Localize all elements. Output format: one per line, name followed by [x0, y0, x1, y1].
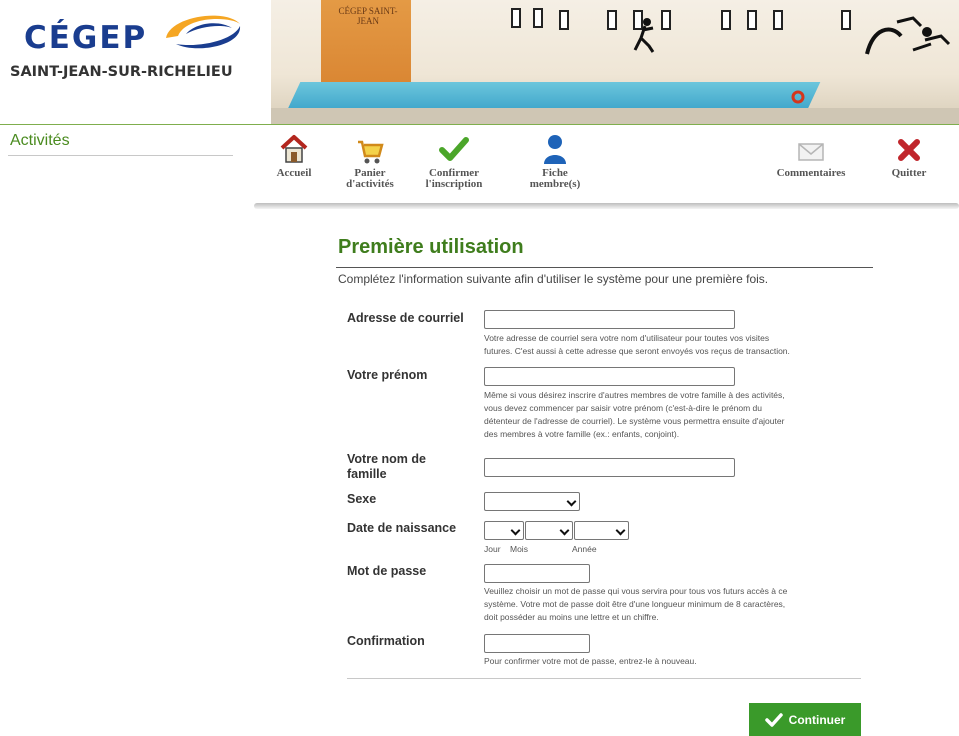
firstname-help: Même si vous désirez inscrire d'autres m… [484, 389, 864, 441]
chevron-down-icon [510, 525, 521, 536]
banner-deco-figures-icon [865, 16, 951, 55]
envelope-icon [766, 132, 856, 168]
toolbar-panier-label-2: d'activités [346, 178, 394, 190]
password-help-line-1: Veuillez choisir un mot de passe qui vou… [484, 586, 788, 596]
chevron-down-icon [566, 496, 577, 507]
confirm-label: Confirmation [347, 634, 425, 648]
close-icon [884, 132, 934, 168]
sidebar-divider [8, 155, 233, 156]
toolbar-quitter-button[interactable]: Quitter [884, 132, 934, 179]
continue-button-label: Continuer [788, 712, 846, 727]
continue-button[interactable]: Continuer [749, 703, 861, 736]
email-help-line-2: futures. C'est aussi à cette adresse que… [484, 346, 790, 356]
page-title: Première utilisation [338, 236, 524, 258]
confirm-password-input[interactable] [484, 634, 590, 653]
logo-swoosh-icon [166, 15, 241, 49]
member-icon [520, 132, 590, 168]
sidebar-title-activites[interactable]: Activités [10, 132, 70, 150]
confirm-help: Pour confirmer votre mot de passe, entre… [484, 656, 697, 666]
cegep-logo[interactable]: CÉGEP SAINT-JEAN-SUR-RICHELIEU [0, 0, 270, 120]
chevron-down-icon [559, 525, 570, 536]
email-label: Adresse de courriel [347, 311, 464, 325]
lastname-label-line-2: famille [347, 467, 387, 481]
toolbar-confirmer-label-2: l'inscription [425, 178, 483, 190]
swimmer-figure-icon [633, 18, 655, 53]
firstname-help-line-4: des membres à votre famille (ex.: enfant… [484, 429, 680, 439]
password-help: Veuillez choisir un mot de passe qui vou… [484, 585, 864, 624]
password-label: Mot de passe [347, 564, 427, 578]
birth-day-caption: Jour [484, 544, 501, 554]
toolbar-accueil-label: Accueil [276, 167, 312, 179]
firstname-help-line-3: détenteur de l'adresse de courriel). Le … [484, 416, 785, 426]
birth-month-caption: Mois [510, 544, 528, 554]
password-help-line-2: système. Votre mot de passe doit être d'… [484, 599, 786, 609]
email-help-line-1: Votre adresse de courriel sera votre nom… [484, 333, 770, 343]
sex-label: Sexe [347, 492, 377, 506]
home-icon [272, 132, 316, 168]
banner-deck [271, 108, 959, 124]
email-help: Votre adresse de courriel sera votre nom… [484, 332, 864, 358]
intro-text: Complétez l'information suivante afin d'… [338, 272, 769, 286]
cart-icon [338, 132, 402, 168]
firstname-label: Votre prénom [347, 368, 428, 382]
lastname-label: Votre nom de famille [347, 452, 426, 482]
checkmark-icon [418, 132, 490, 168]
lastname-label-line-1: Votre nom de [347, 452, 426, 466]
firstname-help-line-2: vous devez commencer par saisir votre pr… [484, 403, 762, 413]
title-underline [336, 267, 873, 268]
logo-subtitle: SAINT-JEAN-SUR-RICHELIEU [10, 64, 233, 80]
sex-select[interactable] [484, 492, 580, 511]
password-help-line-3: doit posséder au moins une lettre et un … [484, 612, 659, 622]
firstname-input[interactable] [484, 367, 735, 386]
firstname-help-line-1: Même si vous désirez inscrire d'autres m… [484, 390, 785, 400]
toolbar-accueil-button[interactable]: Accueil [272, 132, 316, 179]
life-ring-icon [791, 90, 805, 104]
logo-name: CÉGEP [24, 20, 148, 56]
toolbar-commentaires-label: Commentaires [776, 167, 846, 179]
toolbar-quitter-label: Quitter [891, 167, 927, 179]
birthdate-label: Date de naissance [347, 521, 457, 535]
toolbar-fiche-membre-button[interactable]: Fiche membre(s) [520, 132, 590, 190]
toolbar-panier-button[interactable]: Panier d'activités [338, 132, 402, 190]
checkmark-icon [764, 712, 783, 727]
password-input[interactable] [484, 564, 590, 583]
birth-day-select[interactable] [484, 521, 524, 540]
toolbar-shadow [254, 203, 959, 209]
header-divider [0, 124, 959, 125]
toolbar-fiche-label-2: membre(s) [529, 178, 581, 190]
header-banner-image: CÉGEP SAINT-JEAN [271, 0, 959, 124]
form-divider [347, 678, 861, 679]
main-toolbar: Accueil Panier d'activités Confirmer l'i… [254, 132, 959, 204]
toolbar-confirmer-button[interactable]: Confirmer l'inscription [418, 132, 490, 190]
birth-year-caption: Année [572, 544, 597, 554]
birth-year-select[interactable] [574, 521, 629, 540]
birth-month-select[interactable] [525, 521, 573, 540]
banner-sign: CÉGEP SAINT-JEAN [338, 6, 398, 26]
toolbar-commentaires-button[interactable]: Commentaires [766, 132, 856, 179]
page: CÉGEP SAINT-JEAN-SUR-RICHELIEU CÉGEP SAI… [0, 0, 959, 736]
chevron-down-icon [615, 525, 626, 536]
lastname-input[interactable] [484, 458, 735, 477]
email-input[interactable] [484, 310, 735, 329]
